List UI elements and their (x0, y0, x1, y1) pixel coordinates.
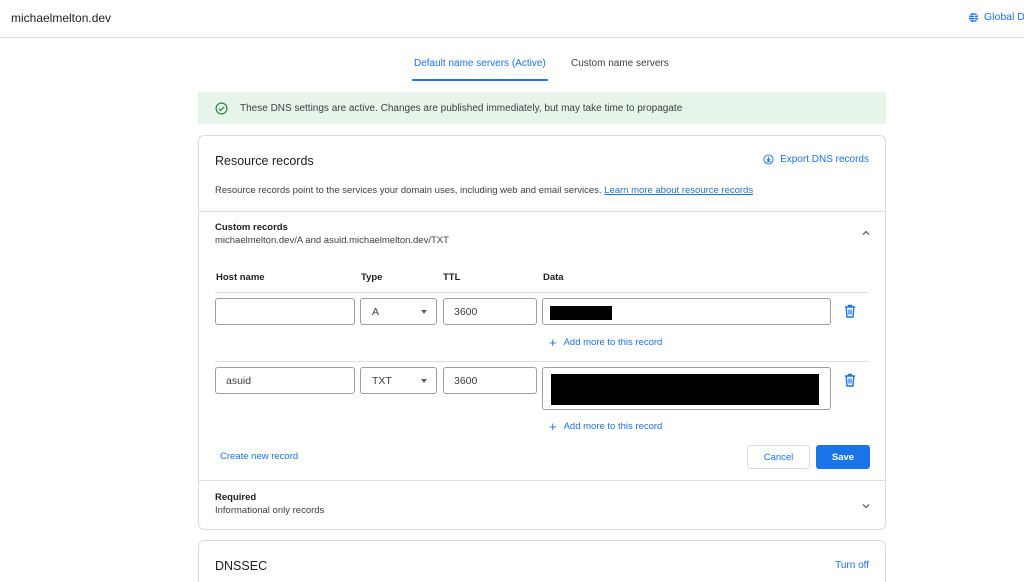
delete-icon[interactable] (844, 373, 856, 387)
status-banner: These DNS settings are active. Changes a… (198, 92, 886, 124)
banner-text: These DNS settings are active. Changes a… (240, 102, 683, 114)
export-label: Export DNS records (780, 154, 869, 165)
tab-custom-name-servers[interactable]: Custom name servers (571, 58, 669, 82)
column-host-name: Host name (216, 272, 265, 283)
plus-icon: + (549, 418, 557, 434)
description-text: Resource records point to the services y… (215, 185, 602, 196)
redacted-value (550, 306, 612, 320)
tab-default-name-servers[interactable]: Default name servers (Active) (412, 58, 548, 82)
data-input[interactable] (542, 298, 831, 325)
row-divider (215, 292, 869, 293)
type-value: A (372, 305, 380, 318)
plus-icon: + (549, 334, 557, 350)
export-dns-records-button[interactable]: Export DNS records (763, 154, 869, 165)
column-ttl: TTL (443, 272, 461, 283)
row-divider (215, 361, 869, 362)
data-input[interactable] (542, 367, 831, 410)
site-name: michaelmelton.dev (11, 11, 112, 25)
type-select[interactable]: A (360, 298, 437, 325)
ttl-input[interactable]: 3600 (443, 298, 537, 325)
cancel-button[interactable]: Cancel (747, 445, 810, 469)
required-records-title: Required (215, 492, 257, 503)
dnssec-title: DNSSEC (215, 559, 268, 573)
nameserver-tabs: Default name servers (Active) Custom nam… (0, 58, 1024, 82)
dropdown-arrow-icon (421, 310, 427, 314)
dnssec-card: DNSSEC Turn off (198, 540, 886, 582)
download-icon (763, 154, 774, 165)
top-bar: michaelmelton.dev Global D (0, 0, 1024, 38)
host-name-input[interactable] (215, 298, 355, 325)
column-data: Data (543, 272, 564, 283)
add-more-label: Add more to this record (563, 421, 663, 432)
chevron-down-icon[interactable] (861, 501, 871, 511)
host-name-input[interactable]: asuid (215, 367, 355, 394)
create-new-record-button[interactable]: Create new record (220, 451, 298, 462)
type-select[interactable]: TXT (360, 367, 437, 394)
save-button[interactable]: Save (816, 445, 870, 469)
type-value: TXT (372, 374, 392, 387)
add-more-record-button[interactable]: + Add more to this record (549, 334, 663, 350)
global-label: Global D (984, 11, 1024, 23)
resource-records-title: Resource records (215, 154, 314, 168)
global-link[interactable]: Global D (968, 11, 1024, 23)
required-records-subtitle: Informational only records (215, 505, 325, 516)
divider (199, 480, 885, 481)
divider (199, 211, 885, 212)
learn-more-link[interactable]: Learn more about resource records (604, 185, 753, 196)
globe-icon (968, 12, 979, 22)
chevron-up-icon[interactable] (861, 228, 871, 238)
resource-records-description: Resource records point to the services y… (215, 185, 753, 196)
delete-icon[interactable] (844, 304, 856, 318)
add-more-label: Add more to this record (563, 337, 663, 348)
check-circle-icon (215, 102, 228, 114)
add-more-record-button[interactable]: + Add more to this record (549, 418, 663, 434)
column-type: Type (361, 272, 383, 283)
dropdown-arrow-icon (421, 379, 427, 383)
resource-records-card: Resource records Export DNS records Reso… (198, 135, 886, 530)
custom-records-subtitle: michaelmelton.dev/A and asuid.michaelmel… (215, 235, 449, 246)
ttl-input[interactable]: 3600 (443, 367, 537, 394)
redacted-value (551, 374, 819, 405)
custom-records-title: Custom records (215, 222, 288, 233)
turn-off-dnssec-button[interactable]: Turn off (835, 560, 869, 571)
